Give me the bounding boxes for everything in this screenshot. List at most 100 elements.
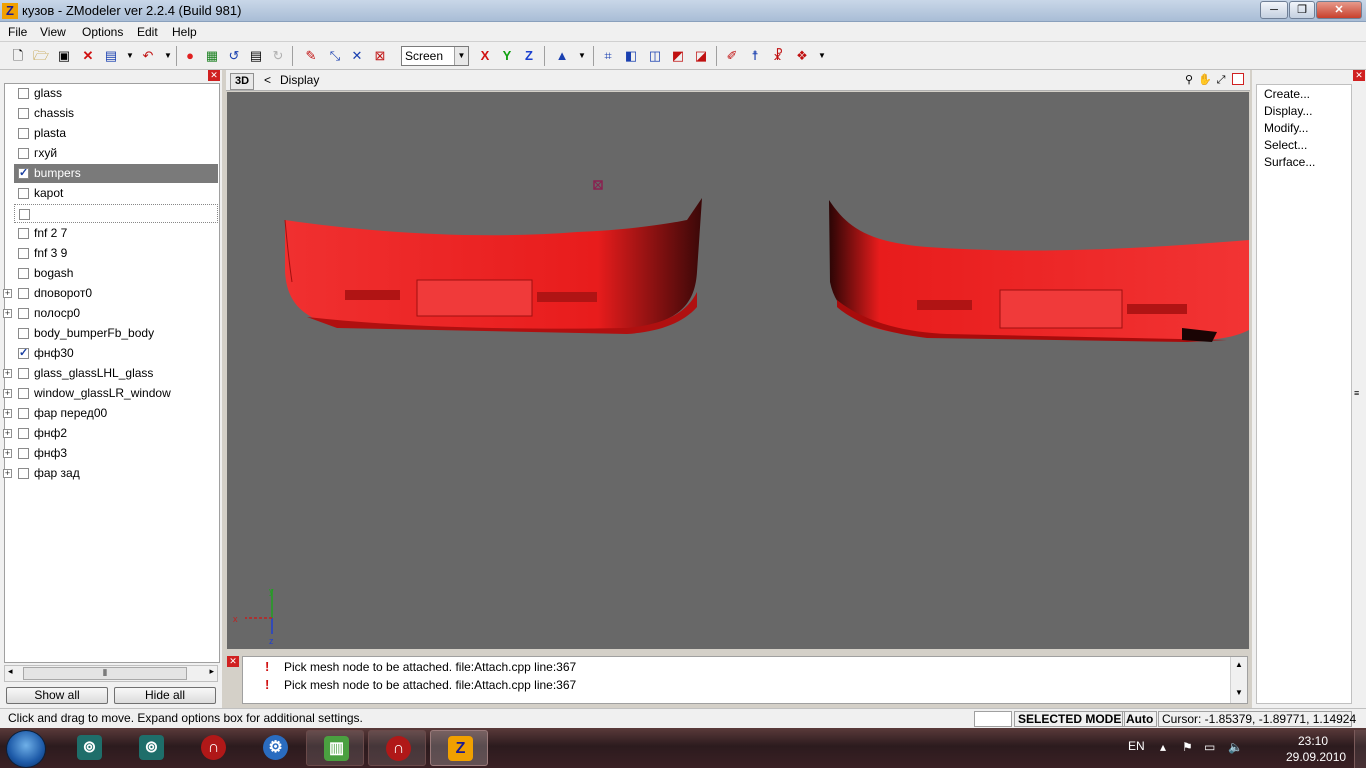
- taskbar-app-1[interactable]: ⊚: [60, 730, 118, 766]
- start-button[interactable]: [6, 730, 46, 768]
- tree-item-window-glass[interactable]: + window_glassLR_window: [3, 384, 214, 403]
- expand-icon[interactable]: +: [3, 309, 12, 318]
- menu-file[interactable]: File: [8, 25, 27, 39]
- expand-icon[interactable]: +: [3, 369, 12, 378]
- close-icon[interactable]: ✕: [208, 70, 220, 81]
- command-display[interactable]: Display...: [1264, 104, 1312, 118]
- tree-item-18[interactable]: + фнф2: [3, 424, 214, 443]
- axis-move-icon[interactable]: ⤡: [325, 46, 345, 66]
- axis-z-button[interactable]: Z: [519, 46, 539, 66]
- 3d-viewport[interactable]: y x z: [227, 92, 1249, 649]
- scroll-left-icon[interactable]: ◂: [8, 666, 13, 677]
- export-icon[interactable]: ▤: [101, 46, 121, 66]
- scroll-up-icon[interactable]: ▲: [1231, 660, 1247, 669]
- command-select[interactable]: Select...: [1264, 138, 1307, 152]
- tool-map-icon[interactable]: ❖: [792, 46, 812, 66]
- coordinate-system-select[interactable]: Screen ▼: [401, 46, 469, 66]
- visibility-checkbox[interactable]: [18, 248, 29, 259]
- undo-arrow-icon[interactable]: ↶: [138, 46, 158, 66]
- tree-item-20[interactable]: + фар зад: [3, 464, 214, 483]
- taskbar-zmodeler[interactable]: Z: [430, 730, 488, 766]
- tree-item-fnf-2-7[interactable]: fnf 2 7: [14, 224, 214, 243]
- material-sphere-icon[interactable]: ●: [180, 46, 200, 66]
- tree-item-4[interactable]: гхуй: [14, 144, 214, 163]
- undo-icon[interactable]: ↺: [224, 46, 244, 66]
- tree-item-bumpers[interactable]: ✓ bumpers: [14, 164, 218, 183]
- notes-icon[interactable]: ▤: [246, 46, 266, 66]
- menu-options[interactable]: Options: [82, 25, 123, 39]
- taskbar-app-3[interactable]: ∩: [184, 730, 242, 766]
- tree-item-14[interactable]: ✓ фнф30: [14, 344, 214, 363]
- app-icon[interactable]: Z: [2, 3, 18, 19]
- command-modify[interactable]: Modify...: [1264, 121, 1308, 135]
- taskbar-app-6[interactable]: ∩: [368, 730, 426, 766]
- tree-item-11[interactable]: + dповорот0: [3, 284, 214, 303]
- show-all-button[interactable]: Show all: [6, 687, 108, 704]
- axis-scale-icon[interactable]: ✕: [347, 46, 367, 66]
- tree-item-19[interactable]: + фнф3: [3, 444, 214, 463]
- visibility-checkbox-checked[interactable]: ✓: [18, 348, 29, 359]
- menu-view[interactable]: View: [40, 25, 66, 39]
- visibility-checkbox[interactable]: [18, 448, 29, 459]
- new-file-icon[interactable]: 🗋: [8, 46, 28, 66]
- scroll-right-icon[interactable]: ▸: [209, 666, 214, 677]
- viewport-back-button[interactable]: <: [264, 73, 271, 87]
- action-center-icon[interactable]: ⚑: [1182, 740, 1193, 754]
- clock-time[interactable]: 23:10: [1298, 734, 1328, 748]
- taskbar-app-5[interactable]: ▥: [306, 730, 364, 766]
- visibility-checkbox[interactable]: [18, 468, 29, 479]
- pick-icon[interactable]: ✎: [301, 46, 321, 66]
- settings-icon[interactable]: ▦: [202, 46, 222, 66]
- visibility-checkbox[interactable]: [18, 328, 29, 339]
- open-folder-icon[interactable]: 🗁: [31, 46, 51, 66]
- tree-item-bogash[interactable]: bogash: [14, 264, 214, 283]
- close-icon[interactable]: ✕: [227, 656, 239, 667]
- visibility-checkbox[interactable]: [18, 368, 29, 379]
- left-bumper-model[interactable]: [284, 198, 702, 334]
- axis-rotate-icon[interactable]: ⊠: [370, 46, 390, 66]
- pivot-dropdown-icon[interactable]: ▼: [572, 46, 592, 66]
- tool-dropdown-icon[interactable]: ▼: [812, 46, 832, 66]
- tree-item-12[interactable]: + полоср0: [3, 304, 214, 323]
- redo-icon[interactable]: ↻: [268, 46, 288, 66]
- viewport-label[interactable]: Display: [280, 73, 319, 87]
- minimize-button[interactable]: ─: [1260, 1, 1288, 19]
- undo-dropdown-icon[interactable]: ▼: [158, 46, 178, 66]
- tree-item-fnf-3-9[interactable]: fnf 3 9: [14, 244, 214, 263]
- close-icon[interactable]: ✕: [1353, 70, 1365, 81]
- visibility-checkbox[interactable]: [18, 428, 29, 439]
- expand-icon[interactable]: +: [3, 289, 12, 298]
- expand-icon[interactable]: +: [3, 409, 12, 418]
- visibility-checkbox[interactable]: [18, 148, 29, 159]
- visibility-checkbox[interactable]: [18, 228, 29, 239]
- tree-item-body-bumper[interactable]: body_bumperFb_body: [14, 324, 214, 343]
- pan-hand-icon[interactable]: ✋: [1198, 73, 1212, 87]
- command-surface[interactable]: Surface...: [1264, 155, 1315, 169]
- tree-item-kapot[interactable]: kapot: [14, 184, 214, 203]
- save-icon[interactable]: ▣: [54, 46, 74, 66]
- expand-icon[interactable]: +: [3, 429, 12, 438]
- expand-icon[interactable]: +: [3, 469, 12, 478]
- axis-x-button[interactable]: X: [475, 46, 495, 66]
- delete-icon[interactable]: ✕: [78, 46, 98, 66]
- taskbar-app-2[interactable]: ⊚: [122, 730, 180, 766]
- close-button[interactable]: ✕: [1316, 1, 1362, 19]
- right-bumper-model[interactable]: [829, 200, 1249, 342]
- tree-item-17[interactable]: + фар перед00: [3, 404, 214, 423]
- visibility-checkbox[interactable]: [18, 308, 29, 319]
- tree-item-glass[interactable]: glass: [14, 84, 214, 103]
- status-auto[interactable]: Auto: [1122, 711, 1158, 727]
- visibility-checkbox[interactable]: [18, 388, 29, 399]
- visibility-checkbox[interactable]: [18, 188, 29, 199]
- taskbar-app-4[interactable]: ⚙: [246, 730, 304, 766]
- viewport-mode-badge[interactable]: 3D: [230, 73, 254, 90]
- select-group-icon[interactable]: ◩: [668, 46, 688, 66]
- tree-item-plasta[interactable]: plasta: [14, 124, 214, 143]
- visibility-checkbox[interactable]: [18, 408, 29, 419]
- maximize-button[interactable]: ❐: [1289, 1, 1315, 19]
- expand-icon[interactable]: +: [3, 389, 12, 398]
- show-desktop-button[interactable]: [1354, 730, 1366, 768]
- splitter-grip-icon[interactable]: ≡: [1354, 388, 1359, 398]
- select-vertex-icon[interactable]: ⌗: [598, 46, 618, 66]
- scroll-down-icon[interactable]: ▼: [1231, 688, 1247, 697]
